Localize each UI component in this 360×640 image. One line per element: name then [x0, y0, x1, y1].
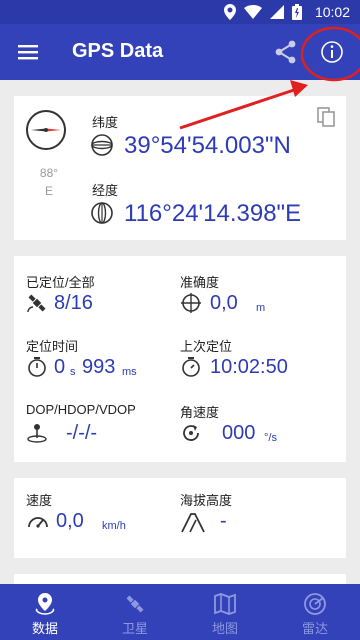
- nav-label-radar: 雷达: [301, 621, 328, 636]
- nav-label-data: 数据: [31, 621, 58, 636]
- nav-item-map[interactable]: 地图: [180, 584, 270, 640]
- nav-item-data[interactable]: 数据: [0, 584, 90, 640]
- annotation-overlay: [179, 26, 360, 130]
- nav-item-satellite[interactable]: 卫星: [90, 584, 180, 640]
- map-icon: [214, 593, 236, 615]
- radar-icon: [304, 593, 326, 615]
- annotation-ellipse: [300, 26, 360, 82]
- bottom-nav: 数据 卫星 地图 雷达: [0, 584, 360, 640]
- nav-item-radar[interactable]: 雷达: [270, 584, 360, 640]
- nav-label-map: 地图: [211, 621, 238, 636]
- annotation-arrow-line: [179, 86, 301, 130]
- annotation-arrow-head: [290, 80, 308, 97]
- location-pin-icon: [35, 593, 55, 615]
- nav-label-satellite: 卫星: [121, 621, 148, 636]
- satellite-icon: [126, 595, 144, 613]
